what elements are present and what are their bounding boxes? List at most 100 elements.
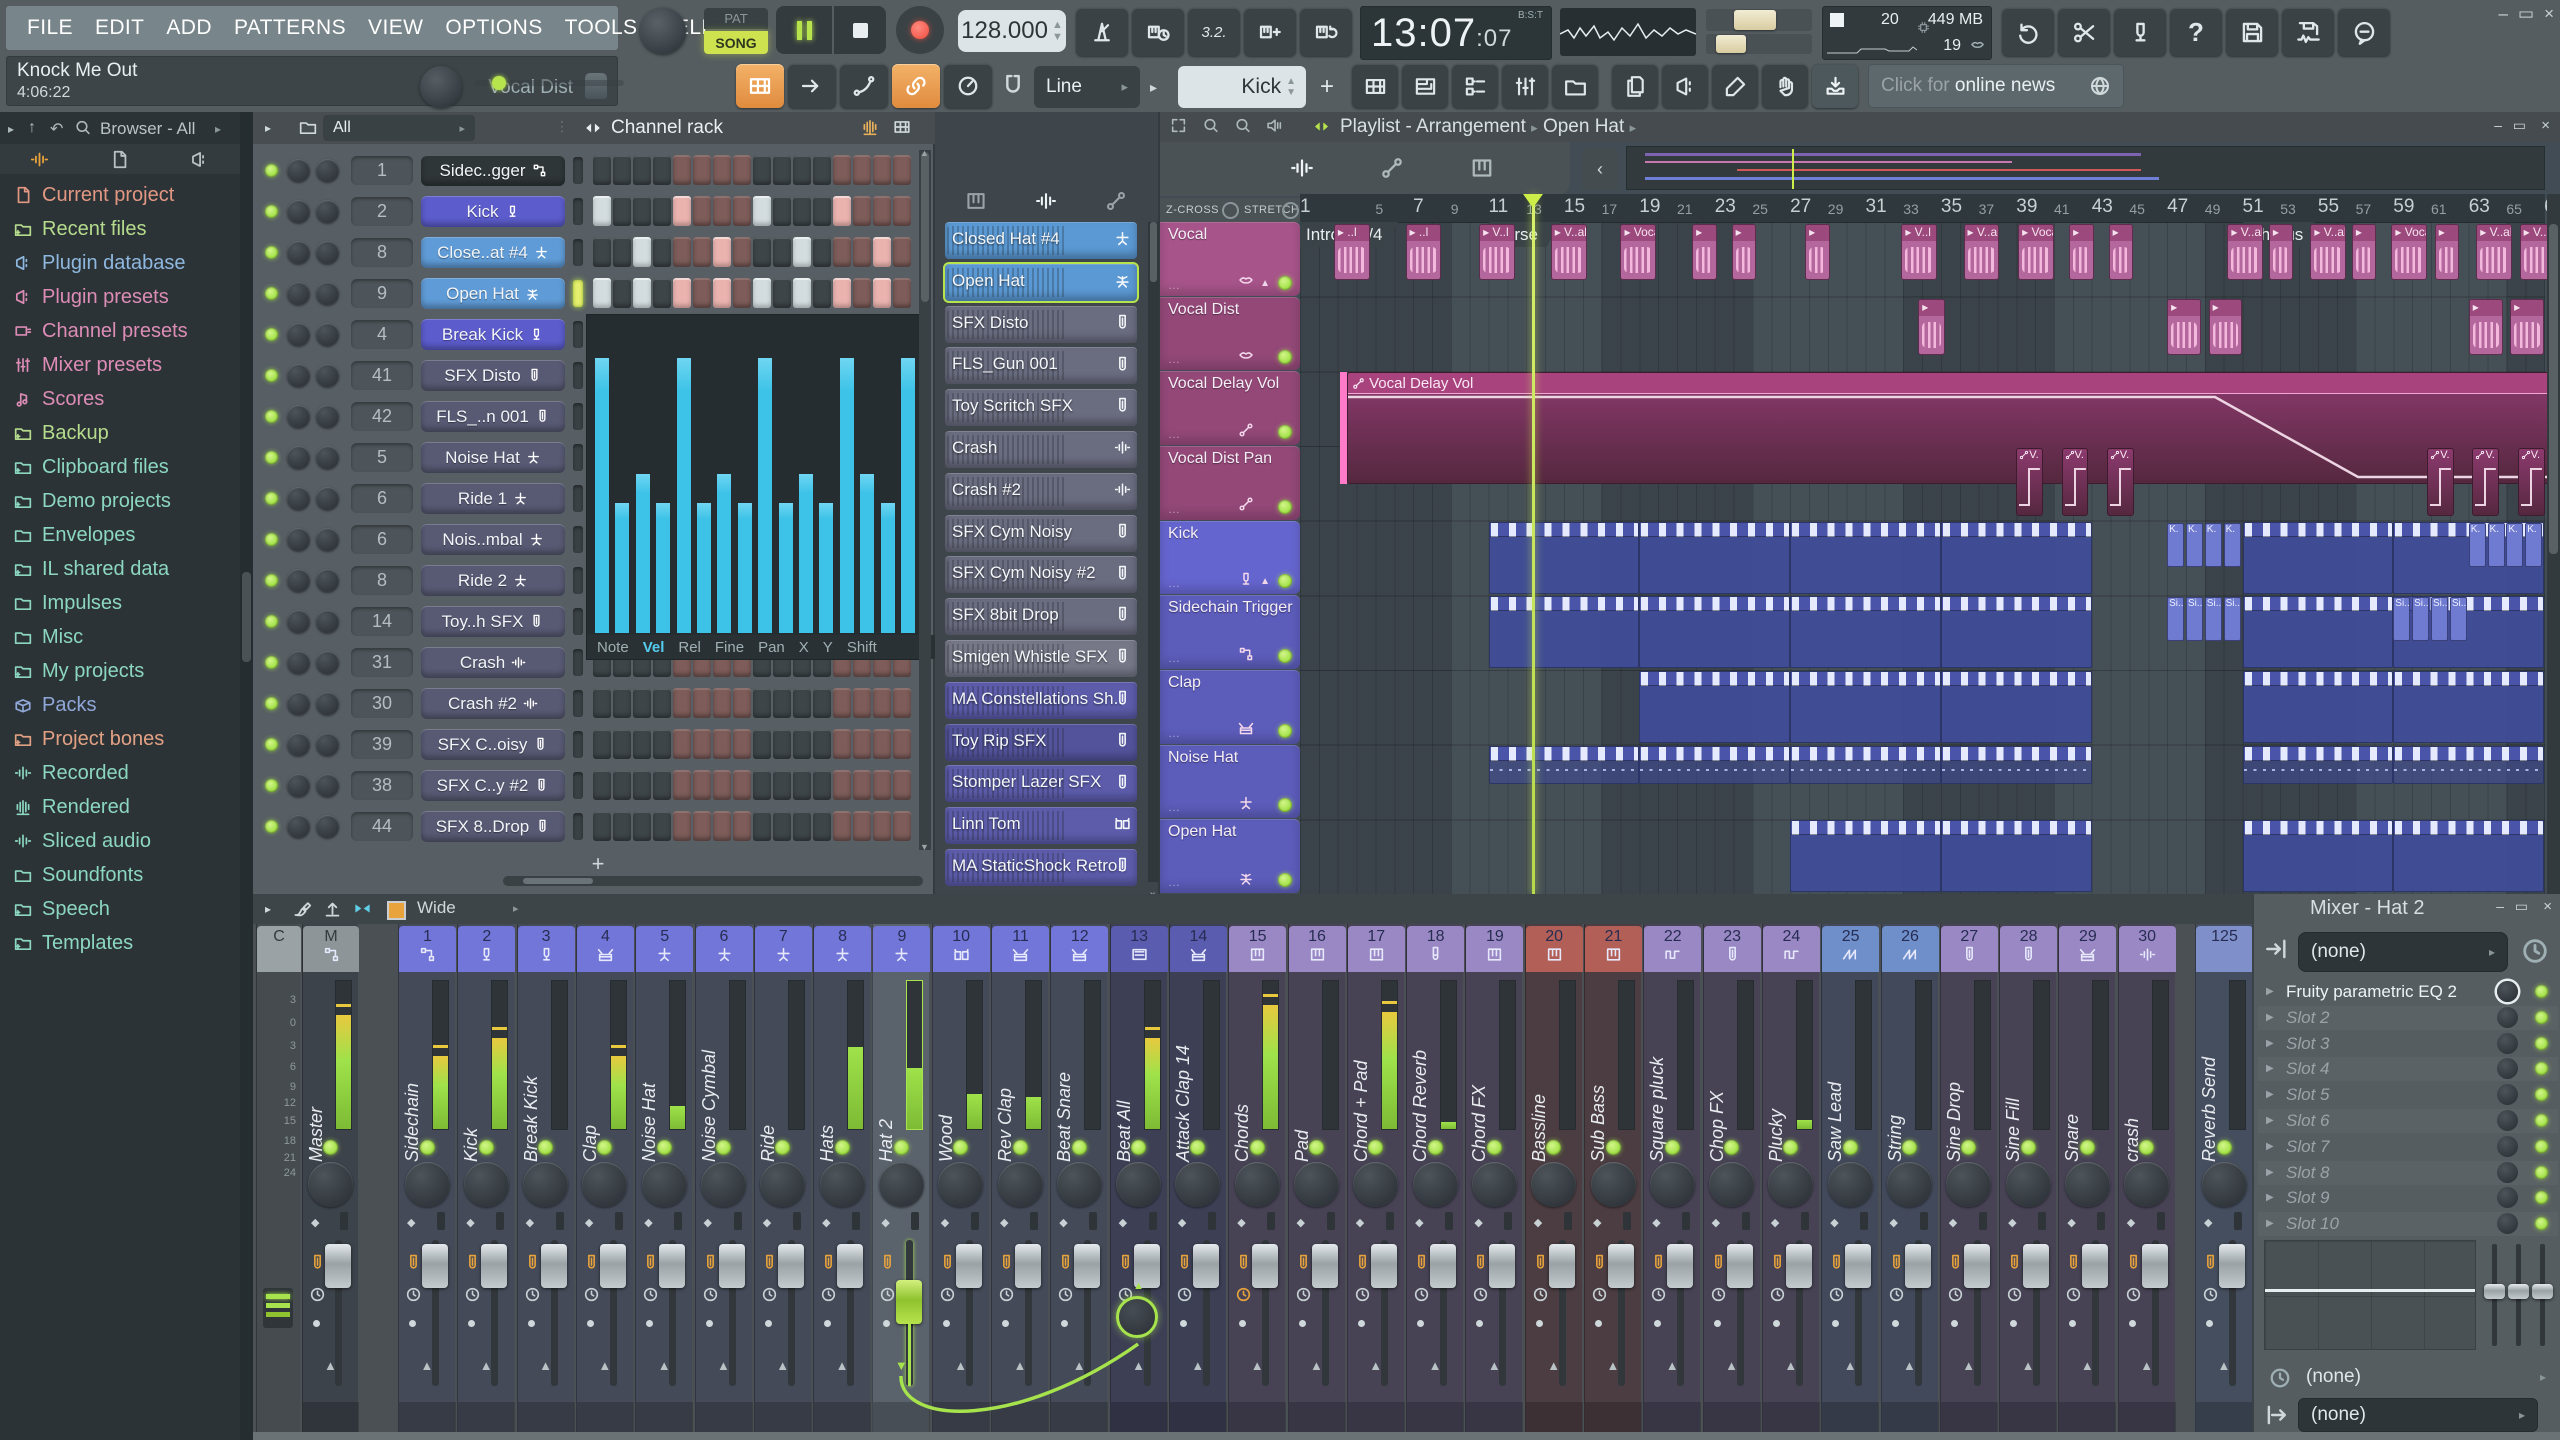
strip-plugin-delay-icon[interactable] [1591, 1286, 1608, 1304]
strip-plugin-delay-icon[interactable] [1710, 1286, 1727, 1304]
strip-mute-speaker-icon[interactable] [1591, 1254, 1608, 1272]
mixer-strip-chords[interactable]: 15 Chords ◆ ▲ [1228, 924, 1287, 1432]
strip-pan-knob[interactable] [1056, 1162, 1102, 1207]
strip-plugin-delay-icon[interactable] [820, 1286, 837, 1304]
strip-pan-knob[interactable] [2201, 1162, 2247, 1207]
fx-slot-led[interactable] [2535, 985, 2548, 998]
channel-mute-indicator[interactable] [573, 649, 583, 676]
picker-tab-automation[interactable] [1105, 190, 1127, 212]
track-enable-led[interactable] [1278, 574, 1292, 589]
pattern-clip[interactable] [2242, 521, 2394, 594]
menu-options[interactable]: OPTIONS [434, 16, 553, 40]
track-enable-led[interactable] [1278, 350, 1292, 365]
audio-clip[interactable]: ▸ [2351, 224, 2377, 280]
strip-sep-diamond[interactable]: ◆ [2008, 1216, 2016, 1229]
strip-input-slot[interactable] [2156, 1212, 2165, 1230]
step-cell[interactable] [853, 770, 871, 800]
fx-slot-led[interactable] [2535, 1139, 2548, 1153]
channel-pan-knob[interactable] [287, 528, 310, 551]
strip-plugin-delay-icon[interactable] [642, 1286, 659, 1304]
feedback-button[interactable] [2338, 8, 2390, 56]
channel-enable-led[interactable] [265, 328, 278, 341]
strip-pan-knob[interactable] [1709, 1162, 1755, 1207]
step-cell[interactable] [633, 811, 651, 841]
picker-item-linn-tom[interactable]: Linn Tom [945, 807, 1137, 845]
strip-header[interactable]: 6 [695, 926, 753, 972]
strip-enable-led[interactable] [1427, 1140, 1443, 1155]
strip-mute-speaker-icon[interactable] [998, 1254, 1015, 1272]
strip-pan-knob[interactable] [2064, 1162, 2110, 1207]
mixer-strip-ride[interactable]: 7 Ride ◆ ▲ [753, 924, 812, 1432]
browser-scroll-thumb[interactable] [242, 572, 251, 662]
browser-item-scores[interactable]: Scores [0, 382, 240, 416]
picker-item-open-hat[interactable]: Open Hat [943, 261, 1139, 303]
fx-slot-1[interactable]: ▶ Fruity parametric EQ 2 [2258, 980, 2558, 1004]
strip-pan-knob[interactable] [1175, 1162, 1221, 1207]
strip-route-arrow[interactable]: ▲ [776, 1358, 789, 1373]
step-cell[interactable] [673, 196, 691, 226]
save-button[interactable] [2226, 8, 2278, 56]
pattern-clip[interactable] [1790, 596, 1941, 669]
channel-mute-indicator[interactable] [573, 362, 583, 389]
step-cell[interactable] [793, 770, 811, 800]
channel-enable-led[interactable] [265, 164, 278, 177]
step-cell[interactable] [653, 155, 671, 185]
audio-clip[interactable]: ▸ [2208, 298, 2243, 355]
strip-pan-knob[interactable] [1590, 1162, 1636, 1207]
channel-pan-knob[interactable] [287, 323, 310, 346]
corner-tab-automation[interactable] [1380, 156, 1404, 180]
fx-slot-7[interactable]: ▶ Slot 7 [2258, 1135, 2558, 1159]
graph-tab-vel[interactable]: Vel [643, 639, 665, 656]
picker-item-ma-staticshock-retro-[interactable]: MA StaticShock Retro.. [945, 849, 1137, 886]
audio-clip[interactable]: ▸ ..l [1333, 224, 1370, 280]
playlist-minimize-button[interactable]: – [2494, 117, 2502, 133]
strip-header[interactable]: 16 [1288, 926, 1346, 972]
strip-plugin-delay-icon[interactable] [2006, 1286, 2023, 1304]
pattern-length-slider[interactable] [474, 74, 624, 92]
strip-input-slot[interactable] [1504, 1212, 1513, 1230]
strip-pan-knob[interactable] [1887, 1162, 1932, 1207]
channel-volume-knob[interactable] [316, 364, 339, 387]
track-enable-led[interactable] [1278, 424, 1292, 439]
browser-item-recorded[interactable]: Recorded [0, 756, 240, 790]
fx-slot-mix-knob[interactable] [2497, 1187, 2518, 1209]
strip-plugin-delay-icon[interactable] [939, 1286, 956, 1304]
mixer-strip-beat-all[interactable]: 13 Beat All ◆ ▲ ▲ [1109, 924, 1168, 1432]
browser-item-backup[interactable]: Backup [0, 416, 240, 450]
step-cell[interactable] [753, 811, 771, 841]
audio-clip[interactable]: ▸ Vocal [2391, 224, 2428, 280]
strip-pan-knob[interactable] [997, 1162, 1043, 1207]
step-cell[interactable] [633, 278, 651, 308]
shuffle-knob[interactable] [420, 66, 462, 108]
step-cell[interactable] [793, 729, 811, 759]
channel-mute-indicator[interactable] [573, 608, 583, 635]
strip-route-arrow[interactable]: ▲ [421, 1358, 434, 1373]
mini-clip[interactable]: K. [2204, 522, 2222, 567]
strip-pan-knob[interactable] [1827, 1162, 1873, 1207]
strip-fader-handle[interactable] [540, 1244, 567, 1288]
velocity-bar[interactable] [839, 357, 854, 633]
browser-item-misc[interactable]: Misc [0, 620, 240, 654]
browser-item-envelopes[interactable]: Envelopes [0, 518, 240, 552]
rack-vscrollbar[interactable]: ▲ ▼ [919, 148, 931, 852]
step-cell[interactable] [873, 237, 891, 267]
mixer-window-button[interactable] [1502, 64, 1548, 108]
zcross-toggle[interactable] [1222, 202, 1239, 219]
channel-volume-knob[interactable] [316, 815, 339, 838]
panel-clock-caret[interactable]: ▸ [2540, 1370, 2546, 1384]
velocity-bar[interactable] [758, 357, 773, 633]
channel-pan-knob[interactable] [287, 815, 310, 838]
strip-mute-speaker-icon[interactable] [464, 1254, 481, 1272]
strip-enable-led[interactable] [716, 1140, 731, 1155]
playlist-track-sidechain-trigger[interactable]: Sidechain Trigger… [1160, 595, 1300, 669]
step-cell[interactable] [853, 811, 871, 841]
step-cell[interactable] [713, 770, 731, 800]
audio-clip[interactable]: ▸ [2108, 224, 2134, 280]
step-cell[interactable] [873, 811, 891, 841]
strip-mute-speaker-icon[interactable] [1057, 1254, 1074, 1272]
strip-mute-speaker-icon[interactable] [2125, 1254, 2142, 1272]
mini-clip[interactable]: Si.. [2167, 597, 2185, 642]
picker-item-crash[interactable]: Crash [945, 431, 1137, 468]
wait-for-input-button[interactable] [1132, 8, 1184, 56]
step-cell[interactable] [773, 196, 791, 226]
